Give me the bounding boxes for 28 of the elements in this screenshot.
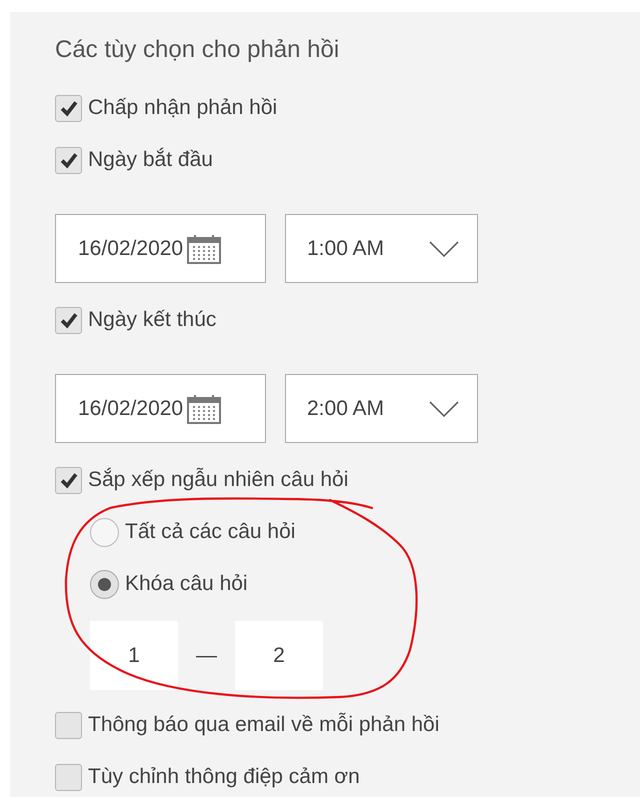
time-dropdown[interactable]: 2:00 AM	[285, 374, 478, 443]
checkbox-label: Ngày kết thúc	[88, 308, 216, 332]
number-field[interactable]: 2	[235, 621, 323, 690]
calendar-icon	[187, 234, 222, 264]
time-dropdown[interactable]: 1:00 AM	[285, 214, 478, 283]
checkbox-label: Chấp nhận phản hồi	[88, 96, 278, 120]
checkbox[interactable]	[55, 306, 82, 334]
checkbox[interactable]	[55, 712, 82, 738]
date-field[interactable]: 16/02/2020	[55, 374, 266, 443]
checkbox[interactable]	[55, 466, 82, 494]
checkbox-label: Thông báo qua email về mỗi phản hồi	[88, 713, 440, 737]
radio-label: Tất cả các câu hỏi	[125, 520, 296, 544]
range-separator: —	[195, 644, 218, 668]
section-title: Các tùy chọn cho phản hồi	[55, 35, 340, 65]
radio-label: Khóa câu hỏi	[125, 572, 248, 596]
chevron-down-icon	[429, 240, 459, 256]
checkbox[interactable]	[55, 764, 82, 790]
number-field[interactable]: 1	[90, 621, 178, 690]
checkbox-label: Sắp xếp ngẫu nhiên câu hỏi	[88, 468, 348, 492]
calendar-icon	[187, 394, 222, 424]
radio-button[interactable]	[90, 570, 119, 598]
checkbox[interactable]	[55, 94, 82, 122]
date-field[interactable]: 16/02/2020	[55, 214, 266, 283]
chevron-down-icon	[429, 400, 459, 416]
checkbox-label: Ngày bắt đầu	[88, 148, 213, 172]
checkbox[interactable]	[55, 146, 82, 174]
checkbox-label: Tùy chỉnh thông điệp cảm ơn	[88, 765, 360, 789]
radio-button[interactable]	[90, 518, 119, 546]
